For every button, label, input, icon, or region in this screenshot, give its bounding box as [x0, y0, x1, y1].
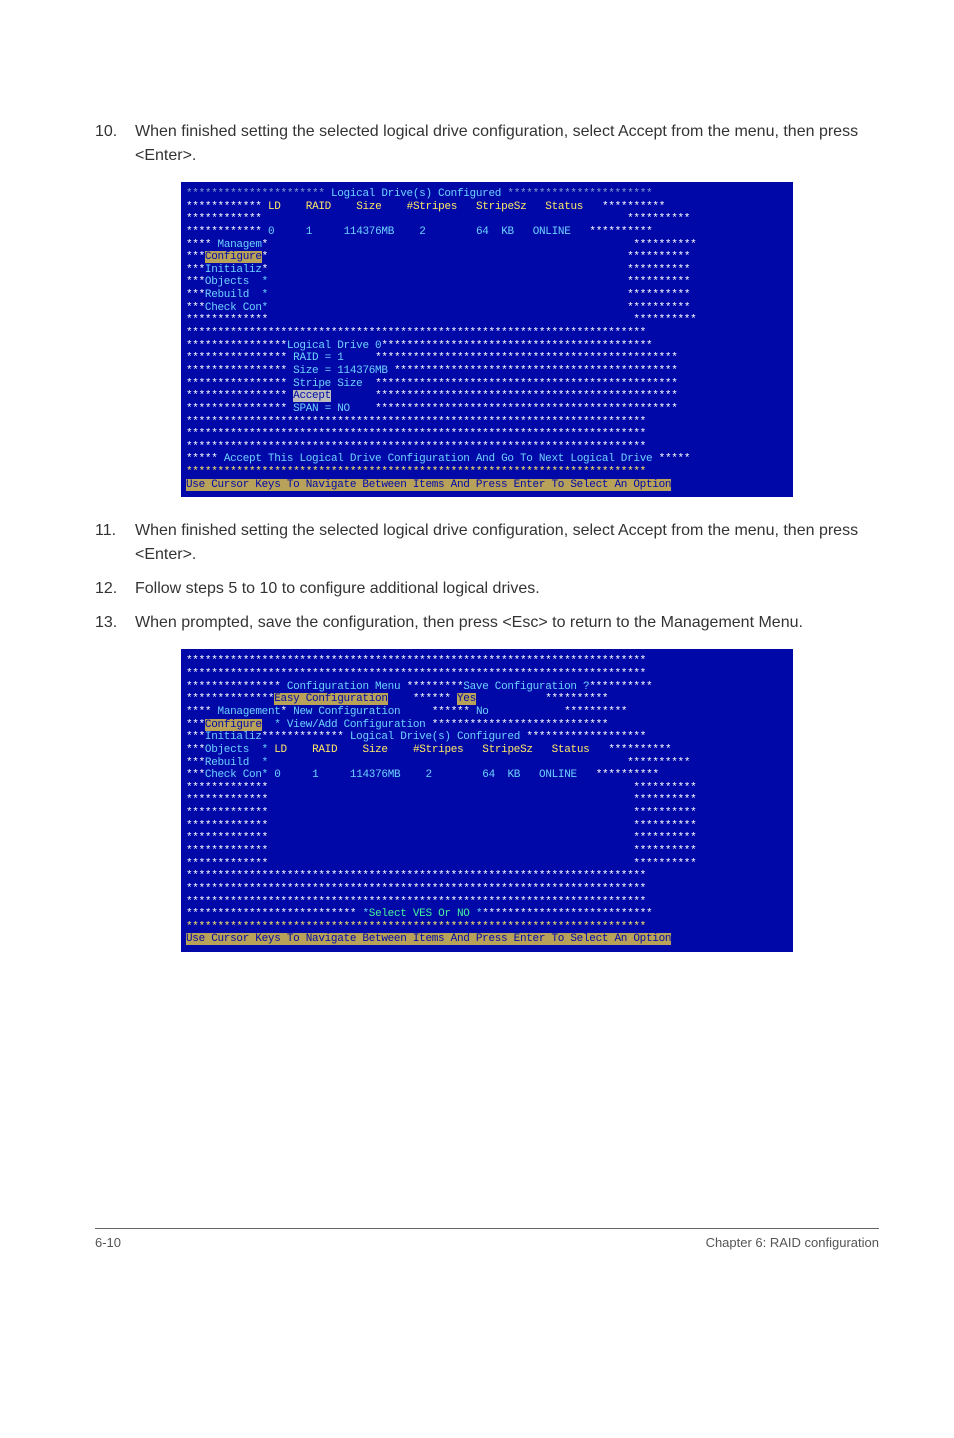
t2-prompt: Select VES Or NO	[369, 908, 470, 920]
t1-col-status: Status	[545, 201, 583, 213]
step-12: 12. Follow steps 5 to 10 to configure ad…	[95, 577, 879, 601]
step-10-text: When finished setting the selected logic…	[135, 120, 879, 168]
footer-chapter-title: Chapter 6: RAID configuration	[706, 1235, 879, 1250]
t2-menu-checkcon: Check Con	[205, 769, 262, 781]
t1-menu-configure: Configure	[205, 251, 262, 263]
step-11-number: 11.	[95, 519, 135, 567]
step-13-number: 13.	[95, 611, 135, 635]
t1-val-status: ONLINE	[533, 226, 571, 238]
step-13-text: When prompted, save the configuration, t…	[135, 611, 879, 635]
step-10-number: 10.	[95, 120, 135, 168]
t1-val-size: 114376MB	[344, 226, 394, 238]
t2-yes: Yes	[457, 693, 476, 705]
t1-col-raid: RAID	[306, 201, 331, 213]
t2-val-stripes: 2	[426, 769, 432, 781]
t1-col-size: Size	[356, 201, 381, 213]
t1-menu-objects: Objects	[205, 276, 249, 288]
t2-col-status: Status	[552, 744, 590, 756]
t1-ldbox-l3: Stripe Size	[293, 378, 362, 390]
t2-val-size: 114376MB	[350, 769, 400, 781]
t2-val-mb: KB	[508, 769, 521, 781]
t1-val-mb: KB	[501, 226, 514, 238]
t2-val-ld: 0	[274, 769, 280, 781]
page-container: 10. When finished setting the selected l…	[0, 0, 954, 1300]
step-12-text: Follow steps 5 to 10 to configure additi…	[135, 577, 879, 601]
t2-menu-management: Management	[218, 706, 281, 718]
t2-menu-objects: Objects	[205, 744, 249, 756]
t2-easy: Easy Configuration	[274, 693, 387, 705]
t2-newc: New Configuration	[293, 706, 400, 718]
t1-val-stripes: 2	[419, 226, 425, 238]
t1-ldbox-l1: RAID = 1	[293, 352, 343, 364]
t1-ldbox-l5: SPAN = NO	[293, 403, 350, 415]
t2-col-raid: RAID	[312, 744, 337, 756]
t2-col-stripes: #Stripes	[413, 744, 463, 756]
terminal-screenshot-2: ****************************************…	[181, 649, 793, 952]
t2-val-stripesz: 64	[482, 769, 495, 781]
t2-confmenu-title: Configuration Menu	[287, 681, 400, 693]
t1-menu-checkcon: Check Con	[205, 302, 262, 314]
step-11-text: When finished setting the selected logic…	[135, 519, 879, 567]
t2-no: No	[476, 706, 489, 718]
t2-menu-rebuild: Rebuild	[205, 757, 249, 769]
t2-save-title: Save Configuration ?	[463, 681, 589, 693]
t2-hint: Use Cursor Keys To Navigate Between Item…	[186, 933, 671, 945]
t2-view: View/Add Configuration	[287, 719, 426, 731]
t1-menu-initializ: Initializ	[205, 264, 262, 276]
footer-page-number: 6-10	[95, 1235, 121, 1250]
step-13: 13. When prompted, save the configuratio…	[95, 611, 879, 635]
step-10: 10. When finished setting the selected l…	[95, 120, 879, 168]
t2-col-size: Size	[363, 744, 388, 756]
t2-col-ld: LD	[274, 744, 287, 756]
t1-menu-managem: Managem	[218, 239, 262, 251]
t1-menu-rebuild: Rebuild	[205, 289, 249, 301]
t2-val-status: ONLINE	[539, 769, 577, 781]
t1-title: Logical Drive(s) Configured	[331, 188, 501, 200]
t1-col-ld: LD	[268, 201, 281, 213]
t2-val-raid: 1	[312, 769, 318, 781]
terminal-screenshot-1: ********************** Logical Drive(s) …	[181, 182, 793, 497]
t1-msg: Accept This Logical Drive Configuration …	[224, 453, 652, 465]
t2-col-stripesz: StripeSz	[482, 744, 532, 756]
t2-menu-initializ: Initializ	[205, 731, 262, 743]
step-12-number: 12.	[95, 577, 135, 601]
t1-val-raid: 1	[306, 226, 312, 238]
t1-ldbox-title: Logical Drive 0	[287, 340, 382, 352]
t2-menu-configure: Configure	[205, 719, 262, 731]
t1-col-stripesz: StripeSz	[476, 201, 526, 213]
page-footer: 6-10 Chapter 6: RAID configuration	[95, 1228, 879, 1250]
t1-col-stripes: #Stripes	[407, 201, 457, 213]
t1-val-stripesz: 64	[476, 226, 489, 238]
t2-ld-title: Logical Drive(s) Configured	[350, 731, 520, 743]
t1-val-ld: 0	[268, 226, 274, 238]
t1-ldbox-l2: Size = 114376MB	[293, 365, 388, 377]
t1-hint: Use Cursor Keys To Navigate Between Item…	[186, 479, 671, 491]
t1-ldbox-l4: Accept	[293, 390, 331, 402]
step-11: 11. When finished setting the selected l…	[95, 519, 879, 567]
